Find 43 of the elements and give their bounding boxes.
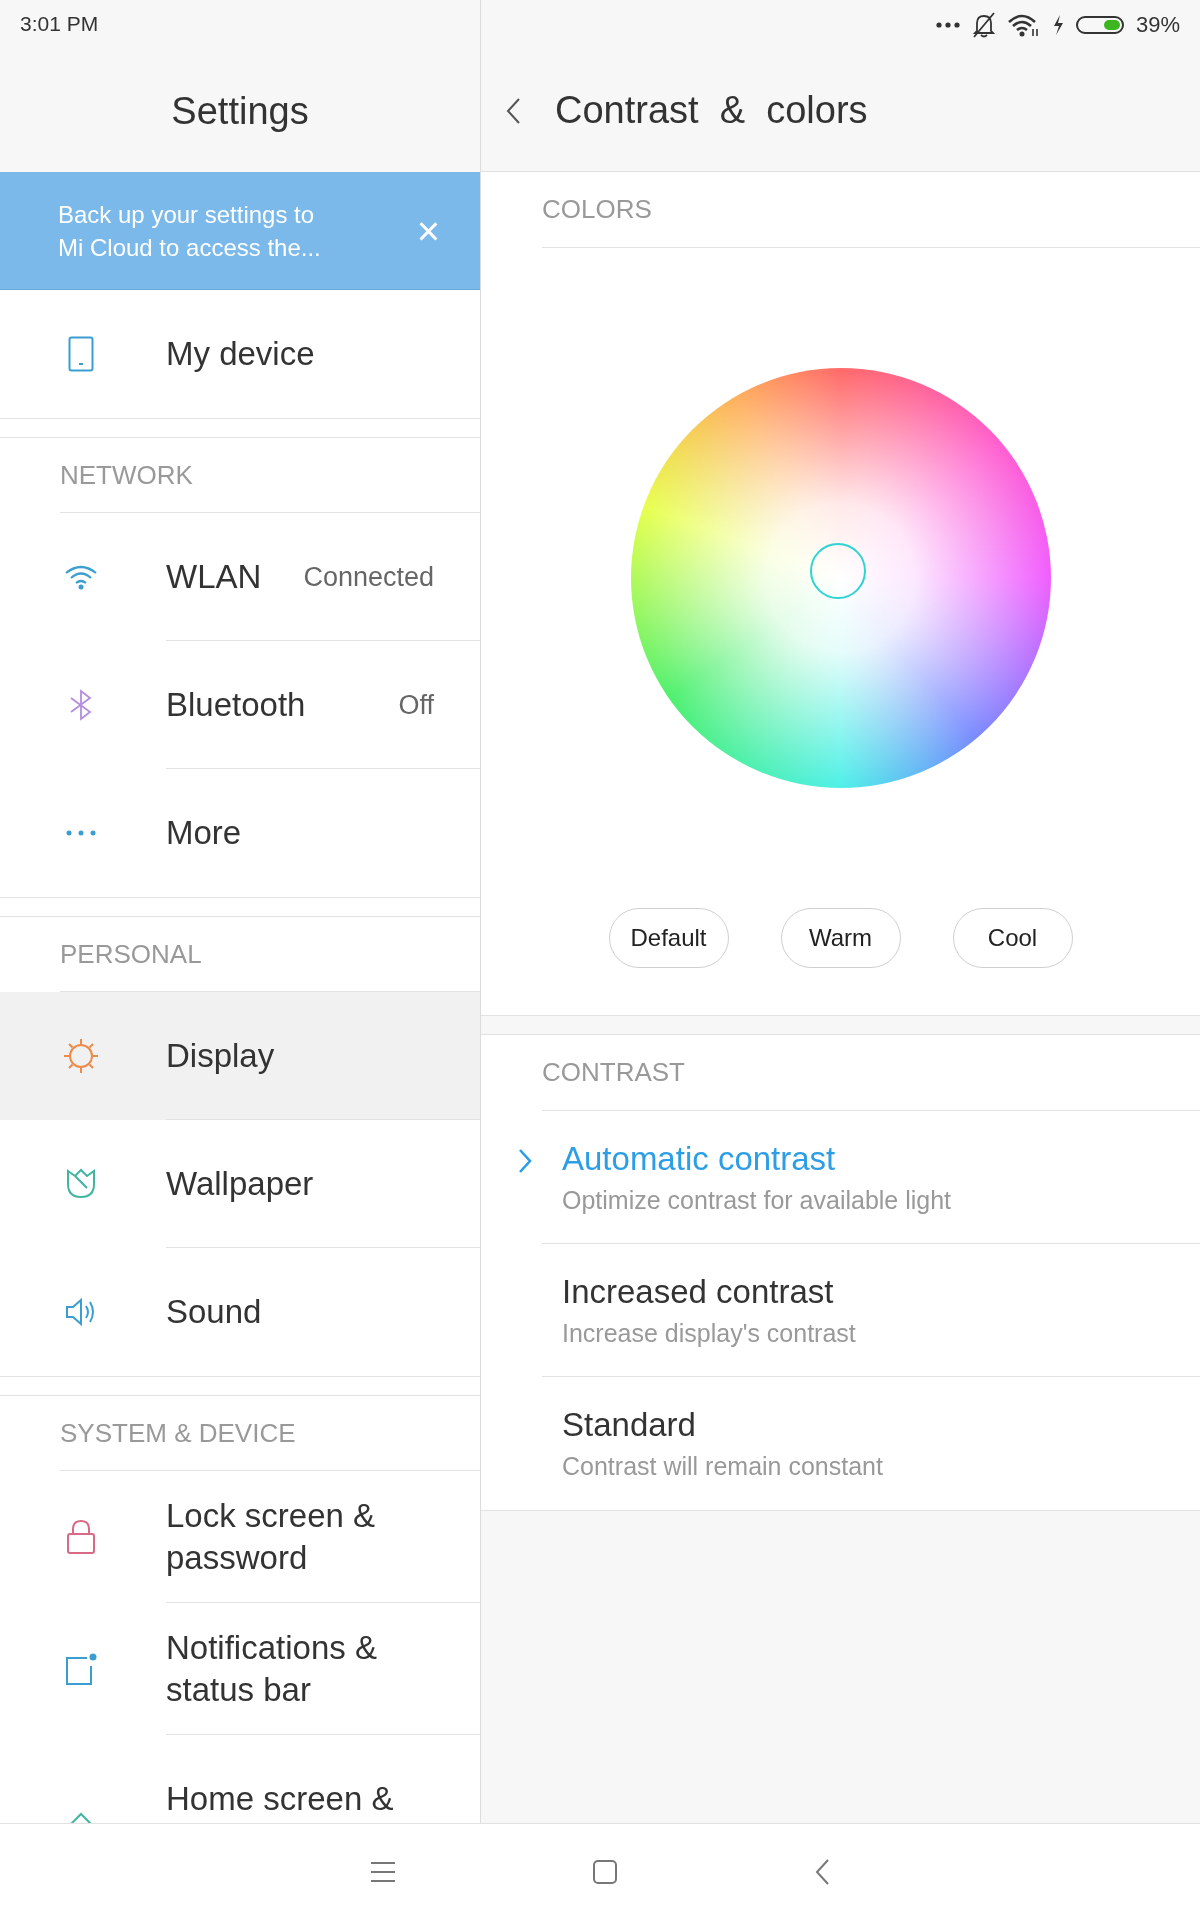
preset-button[interactable]: Cool [952,908,1073,968]
settings-item[interactable]: Lock screen & password [0,1471,480,1603]
contrast-option[interactable]: Standard Contrast will remain constant [481,1377,1200,1510]
more-icon [935,22,960,28]
lock-icon [66,1519,96,1555]
notification-icon [65,1652,97,1686]
chevron-icon [518,1148,532,1174]
status-time: 3:01 PM [19,11,99,37]
menu-icon[interactable] [370,1861,396,1883]
home-square-icon[interactable] [592,1859,618,1885]
settings-item[interactable]: Sound [0,1248,480,1376]
section-header: COLORS [542,172,1200,248]
settings-title: Settings [171,90,309,133]
page-title: Contrast & colors [555,89,868,132]
color-picker-ring[interactable] [809,543,866,599]
section-header: CONTRAST [542,1035,1200,1111]
charging-icon [1051,14,1064,36]
bluetooth-icon [68,689,94,721]
settings-item[interactable]: Display [0,992,480,1120]
settings-item[interactable]: Wallpaper [0,1120,480,1248]
settings-item[interactable]: Home screen & [0,1735,480,1823]
muted-bell-icon [971,12,996,38]
settings-item[interactable]: My device [0,290,480,418]
contrast-option[interactable]: Increased contrast Increase display's contrast [481,1244,1200,1377]
battery-percent: 39% [1135,12,1180,38]
sun-icon [63,1038,99,1074]
more-icon [66,830,96,836]
wifi-icon [64,564,98,590]
section-header: NETWORK [60,438,480,513]
back-icon[interactable] [814,1858,830,1886]
wifi-icon [1007,13,1040,37]
back-icon[interactable] [505,96,521,125]
settings-item[interactable]: Notifications & status bar [0,1603,480,1735]
battery-icon [1075,16,1124,34]
settings-item[interactable]: WLAN Connected [0,513,480,641]
settings-item[interactable]: More [0,769,480,897]
tablet-icon [68,336,94,372]
banner-text: Back up your settings to Mi Cloud to access the... [58,199,322,263]
tulip-icon [65,1168,97,1200]
preset-button[interactable]: Default [608,908,729,968]
settings-item[interactable]: Bluetooth Off [0,641,480,769]
section-header: SYSTEM & DEVICE [60,1396,480,1471]
preset-button[interactable]: Warm [780,908,901,968]
